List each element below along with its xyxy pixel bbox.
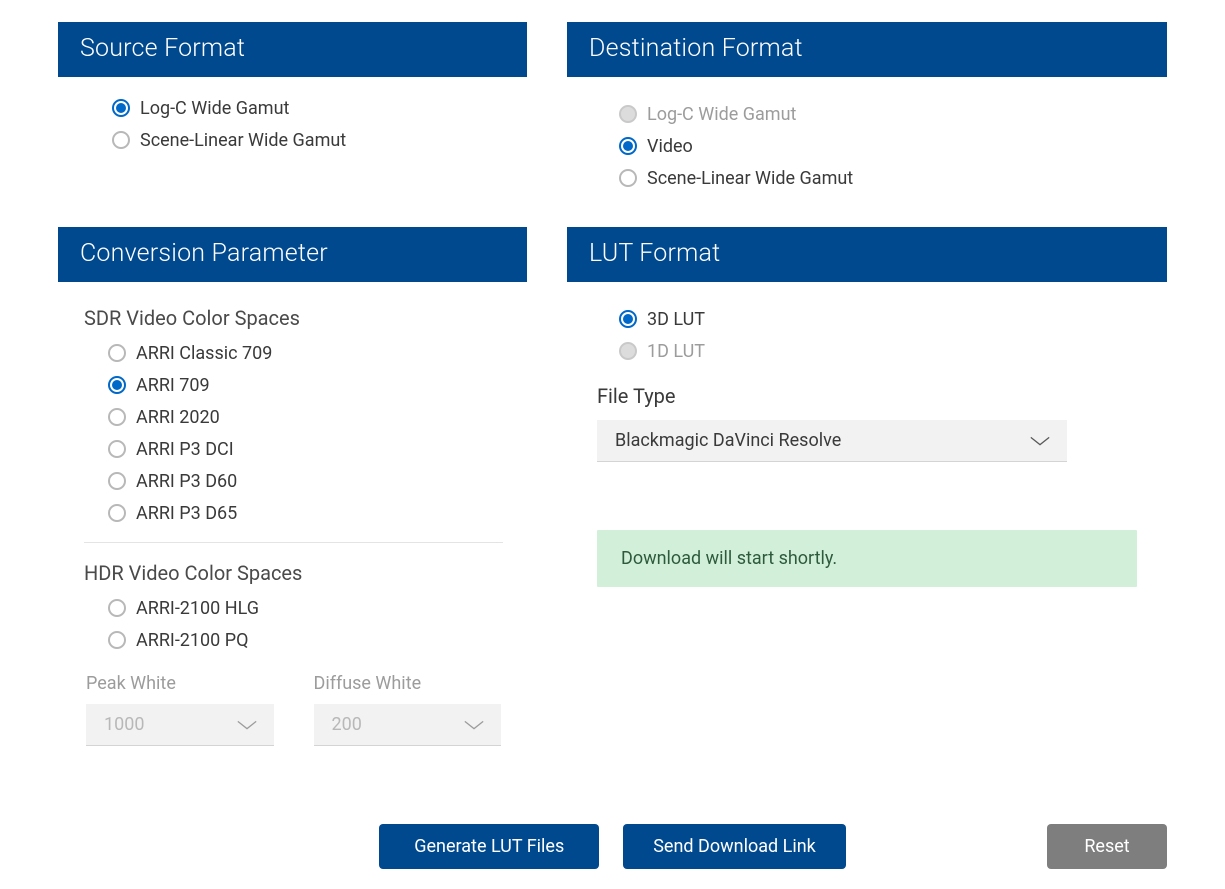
hdr-colorspace-option[interactable]: ARRI-2100 PQ — [108, 627, 503, 653]
lut-type-option: 1D LUT — [619, 338, 1137, 364]
radio-icon — [619, 105, 637, 123]
diffuse-white-value: 200 — [332, 714, 362, 735]
diffuse-white-group: Diffuse White 200 — [314, 673, 502, 746]
chevron-down-icon — [1029, 435, 1051, 447]
divider — [84, 542, 503, 543]
radio-icon — [619, 342, 637, 360]
radio-label: Video — [647, 136, 693, 157]
radio-label: ARRI P3 D60 — [136, 471, 237, 492]
radio-icon — [108, 504, 126, 522]
peak-white-select: 1000 — [86, 704, 274, 746]
radio-label: ARRI P3 DCI — [136, 439, 234, 460]
lut-type-option[interactable]: 3D LUT — [619, 306, 1137, 332]
reset-button[interactable]: Reset — [1047, 824, 1167, 869]
source-format-panel: Source Format Log-C Wide Gamut Scene-Line… — [58, 22, 527, 199]
destination-format-option[interactable]: Video — [619, 133, 1137, 159]
diffuse-white-select: 200 — [314, 704, 502, 746]
radio-label: Log-C Wide Gamut — [140, 98, 289, 119]
button-row: Generate LUT Files Send Download Link Re… — [58, 824, 1167, 869]
chevron-down-icon — [463, 719, 485, 731]
radio-icon — [108, 408, 126, 426]
sdr-colorspace-option[interactable]: ARRI P3 D65 — [108, 500, 503, 526]
sdr-colorspace-option[interactable]: ARRI Classic 709 — [108, 340, 503, 366]
sdr-colorspace-option[interactable]: ARRI P3 DCI — [108, 436, 503, 462]
conversion-parameter-panel: Conversion Parameter SDR Video Color Spa… — [58, 227, 527, 754]
radio-label: Scene-Linear Wide Gamut — [140, 130, 346, 151]
radio-label: ARRI 709 — [136, 375, 210, 396]
generate-lut-button[interactable]: Generate LUT Files — [379, 824, 599, 869]
radio-icon — [108, 376, 126, 394]
radio-icon — [619, 169, 637, 187]
hdr-label: HDR Video Color Spaces — [84, 561, 503, 585]
file-type-label: File Type — [597, 384, 1137, 408]
radio-label: Scene-Linear Wide Gamut — [647, 168, 853, 189]
diffuse-white-label: Diffuse White — [314, 673, 502, 694]
peak-white-group: Peak White 1000 — [86, 673, 274, 746]
destination-format-title: Destination Format — [567, 22, 1167, 77]
peak-white-label: Peak White — [86, 673, 274, 694]
sdr-colorspace-option[interactable]: ARRI P3 D60 — [108, 468, 503, 494]
radio-label: 1D LUT — [647, 341, 705, 362]
peak-white-value: 1000 — [104, 714, 144, 735]
destination-format-panel: Destination Format Log-C Wide Gamut Video… — [567, 22, 1167, 199]
radio-icon — [112, 99, 130, 117]
send-download-link-button[interactable]: Send Download Link — [623, 824, 846, 869]
sdr-colorspace-option[interactable]: ARRI 709 — [108, 372, 503, 398]
radio-icon — [108, 472, 126, 490]
source-format-option[interactable]: Scene-Linear Wide Gamut — [112, 127, 503, 153]
hdr-colorspace-option[interactable]: ARRI-2100 HLG — [108, 595, 503, 621]
radio-label: 3D LUT — [647, 309, 705, 330]
radio-icon — [108, 344, 126, 362]
radio-icon — [619, 310, 637, 328]
radio-label: ARRI 2020 — [136, 407, 220, 428]
radio-icon — [108, 440, 126, 458]
sdr-label: SDR Video Color Spaces — [84, 306, 503, 330]
radio-label: ARRI Classic 709 — [136, 343, 272, 364]
radio-label: ARRI-2100 PQ — [136, 630, 248, 651]
chevron-down-icon — [236, 719, 258, 731]
download-notice: Download will start shortly. — [597, 530, 1137, 587]
destination-format-option[interactable]: Scene-Linear Wide Gamut — [619, 165, 1137, 191]
destination-format-option: Log-C Wide Gamut — [619, 101, 1137, 127]
radio-icon — [619, 137, 637, 155]
radio-label: ARRI P3 D65 — [136, 503, 237, 524]
lut-format-panel: LUT Format 3D LUT 1D LUT File Type Blackm… — [567, 227, 1167, 754]
sdr-colorspace-option[interactable]: ARRI 2020 — [108, 404, 503, 430]
source-format-title: Source Format — [58, 22, 527, 77]
radio-icon — [112, 131, 130, 149]
radio-icon — [108, 599, 126, 617]
file-type-select[interactable]: Blackmagic DaVinci Resolve — [597, 420, 1067, 462]
radio-label: ARRI-2100 HLG — [136, 598, 259, 619]
conversion-title: Conversion Parameter — [58, 227, 527, 282]
radio-icon — [108, 631, 126, 649]
lut-format-title: LUT Format — [567, 227, 1167, 282]
file-type-value: Blackmagic DaVinci Resolve — [615, 430, 841, 451]
radio-label: Log-C Wide Gamut — [647, 104, 796, 125]
source-format-option[interactable]: Log-C Wide Gamut — [112, 95, 503, 121]
